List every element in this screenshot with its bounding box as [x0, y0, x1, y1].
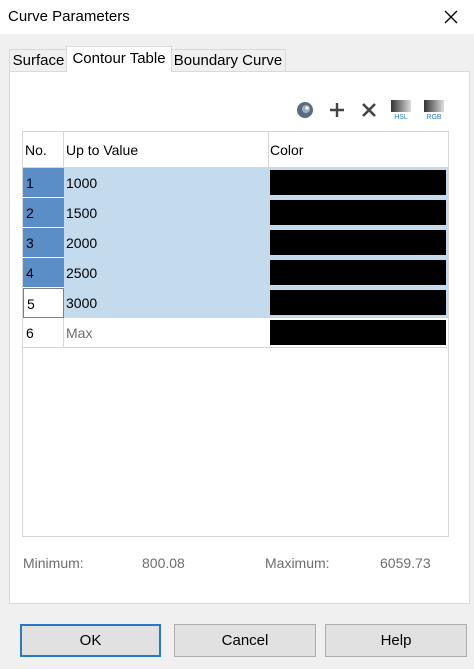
color-swatch[interactable]: [270, 230, 446, 255]
delete-contour-button[interactable]: [357, 99, 381, 121]
rgb-caption: RGB: [426, 114, 442, 121]
color-cell[interactable]: [269, 258, 448, 288]
color-swatch[interactable]: [270, 260, 446, 285]
maximum-value: 6059.73: [380, 555, 431, 571]
row-number[interactable]: 3: [23, 228, 64, 258]
color-swatch[interactable]: [270, 320, 446, 345]
color-cell[interactable]: [269, 318, 448, 348]
row-number[interactable]: 5: [23, 288, 64, 318]
up-to-value-cell[interactable]: 2000: [64, 228, 269, 258]
close-button[interactable]: [428, 0, 474, 34]
row-number[interactable]: 1: [23, 168, 64, 198]
row-number[interactable]: 6: [23, 318, 64, 348]
tab-boundary-curve[interactable]: Boundary Curve: [170, 49, 286, 71]
hsl-caption: HSL: [394, 114, 408, 121]
row-number[interactable]: 2: [23, 198, 64, 228]
color-swatch[interactable]: [270, 290, 446, 315]
row-number[interactable]: 4: [23, 258, 64, 288]
rgb-gradient-icon: RGB: [424, 100, 444, 121]
color-wheel-icon: [297, 102, 313, 118]
help-button[interactable]: Help: [325, 624, 467, 657]
add-contour-button[interactable]: [325, 99, 349, 121]
tab-contour-table[interactable]: Contour Table: [66, 46, 172, 72]
color-cell[interactable]: [269, 168, 448, 198]
minimum-label: Minimum:: [23, 555, 84, 571]
up-to-value-cell[interactable]: 3000: [64, 288, 269, 318]
column-header-no[interactable]: No.: [23, 132, 64, 168]
table-row[interactable]: 2 1500: [23, 198, 448, 228]
color-cell[interactable]: [269, 198, 448, 228]
color-swatch[interactable]: [270, 200, 446, 225]
cancel-button[interactable]: Cancel: [174, 624, 316, 657]
column-header-up-to-value[interactable]: Up to Value: [64, 132, 269, 168]
up-to-value-cell[interactable]: 1000: [64, 168, 269, 198]
maximum-label: Maximum:: [265, 555, 330, 571]
up-to-value-cell[interactable]: Max: [64, 318, 269, 348]
hsl-gradient-icon: HSL: [391, 100, 411, 121]
hsl-gradient-button[interactable]: HSL: [389, 99, 413, 121]
window-title: Curve Parameters: [8, 8, 130, 25]
color-swatch[interactable]: [270, 170, 446, 195]
up-to-value-cell[interactable]: 2500: [64, 258, 269, 288]
table-row[interactable]: 1 1000: [23, 168, 448, 198]
add-icon: [330, 103, 344, 117]
up-to-value-cell[interactable]: 1500: [64, 198, 269, 228]
table-row[interactable]: 4 2500: [23, 258, 448, 288]
close-icon: [444, 10, 458, 24]
rgb-gradient-button[interactable]: RGB: [422, 99, 446, 121]
tab-surface[interactable]: Surface: [9, 49, 68, 71]
delete-icon: [362, 103, 376, 117]
minimum-value: 800.08: [142, 555, 185, 571]
color-wheel-button[interactable]: [293, 99, 317, 121]
contour-table[interactable]: No. Up to Value Color 1 1000 2 1500 3 20…: [22, 131, 449, 537]
ok-button[interactable]: OK: [20, 624, 161, 657]
table-row[interactable]: 6 Max: [23, 318, 448, 348]
title-bar: Curve Parameters: [0, 0, 474, 34]
color-cell[interactable]: [269, 288, 448, 318]
color-cell[interactable]: [269, 228, 448, 258]
table-row[interactable]: 5 3000: [23, 288, 448, 318]
column-header-color[interactable]: Color: [269, 132, 448, 168]
table-row[interactable]: 3 2000: [23, 228, 448, 258]
